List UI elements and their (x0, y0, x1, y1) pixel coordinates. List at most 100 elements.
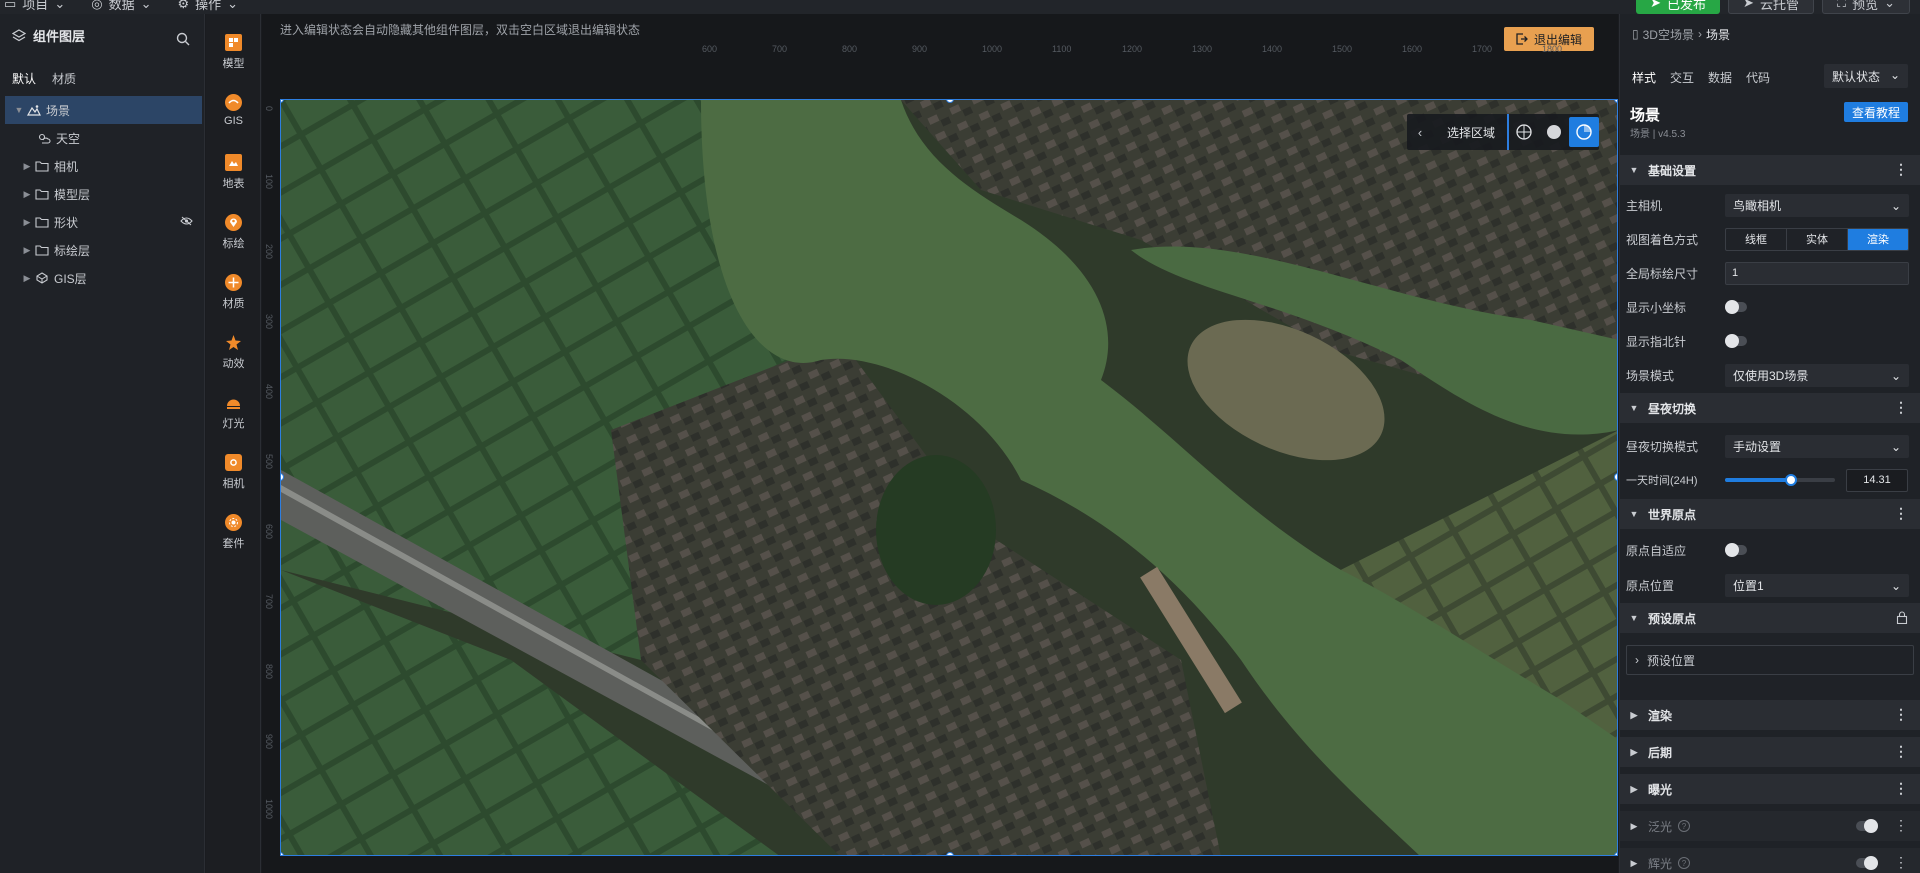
tool-effect[interactable]: 动效 (206, 334, 261, 371)
resize-handle[interactable] (1614, 852, 1617, 855)
day-time-slider[interactable] (1725, 474, 1835, 486)
scene-viewport[interactable]: ‹ 选择区域 (280, 99, 1618, 856)
tool-model[interactable]: 模型 (206, 34, 261, 71)
caret-right-icon[interactable]: ▶ (20, 273, 34, 284)
tool-material[interactable]: 材质 (206, 274, 261, 311)
solid-mode-icon[interactable] (1539, 117, 1569, 147)
tool-gis[interactable]: GIS (206, 94, 261, 127)
help-icon[interactable]: ? (1678, 820, 1691, 832)
more-vertical-icon[interactable]: ⋮ (1894, 744, 1908, 758)
menu-project[interactable]: ▭ 项目 ⌄ (4, 0, 65, 13)
caret-right-icon[interactable]: ▶ (20, 189, 34, 200)
menu-data[interactable]: ◎ 数据 ⌄ (91, 0, 151, 13)
section-glow[interactable]: ▶ 辉光 ? ⋮ (1620, 848, 1920, 873)
more-vertical-icon[interactable]: ⋮ (1894, 818, 1908, 832)
more-vertical-icon[interactable]: ⋮ (1894, 855, 1908, 869)
origin-position-select[interactable]: 位置1 ⌄ (1725, 573, 1909, 597)
section-post[interactable]: ▶ 后期 ⋮ (1620, 737, 1920, 767)
tab-style[interactable]: 样式 (1632, 69, 1656, 86)
scene-mode-select[interactable]: 仅使用3D场景 ⌄ (1725, 363, 1909, 387)
tool-kit[interactable]: 套件 (206, 514, 261, 551)
chevron-left-icon[interactable]: ‹ (1407, 125, 1433, 140)
weather-icon (36, 131, 52, 145)
resize-handle[interactable] (946, 852, 954, 855)
section-day-night[interactable]: ▼ 昼夜切换 ⋮ (1620, 393, 1920, 423)
lock-icon[interactable] (1896, 611, 1908, 624)
render-mode-icon[interactable] (1569, 117, 1599, 147)
glow-toggle[interactable] (1856, 856, 1878, 870)
view-tutorial-button[interactable]: 查看教程 (1843, 102, 1908, 122)
wireframe-mode-icon[interactable] (1509, 117, 1539, 147)
section-world-origin[interactable]: ▼ 世界原点 ⋮ (1620, 499, 1920, 529)
tree-item-shape[interactable]: ▶ 形状 (0, 208, 205, 236)
select-value: 鸟瞰相机 (1733, 198, 1782, 213)
tree-item-model-layer[interactable]: ▶ 模型层 (0, 180, 205, 208)
shading-solid-option[interactable]: 实体 (1787, 228, 1848, 250)
resize-handle[interactable] (1614, 473, 1617, 481)
layers-icon (12, 28, 26, 41)
state-select[interactable]: 默认状态 ⌄ (1824, 64, 1908, 88)
caret-right-icon[interactable]: ▶ (20, 217, 34, 228)
section-render[interactable]: ▶ 渲染 ⋮ (1620, 700, 1920, 730)
tab-default[interactable]: 默认 (12, 70, 36, 93)
kit-icon (225, 514, 242, 531)
preview-label: 预览 (1852, 0, 1879, 12)
chevron-right-icon: › (1635, 653, 1639, 667)
show-axis-toggle[interactable] (1725, 300, 1747, 314)
tab-interaction[interactable]: 交互 (1670, 69, 1694, 86)
tree-item-plot-layer[interactable]: ▶ 标绘层 (0, 236, 205, 264)
cloud-host-button[interactable]: ➤ 云托管 (1728, 0, 1814, 14)
component-toolbar: 模型 GIS 地表 标绘 材质 动效 灯光 相机 套件 (206, 14, 261, 873)
more-vertical-icon[interactable]: ⋮ (1894, 781, 1908, 795)
origin-auto-toggle[interactable] (1725, 543, 1747, 557)
more-vertical-icon[interactable]: ⋮ (1894, 400, 1908, 414)
menu-operation[interactable]: ⚙ 操作 ⌄ (177, 0, 238, 13)
help-icon[interactable]: ? (1678, 857, 1691, 869)
tool-camera[interactable]: 相机 (206, 454, 261, 491)
day-time-input[interactable]: 14.31 (1846, 468, 1908, 492)
ruler-label: 200 (264, 244, 274, 260)
tool-light[interactable]: 灯光 (206, 394, 261, 431)
section-title: 昼夜切换 (1648, 401, 1697, 416)
canvas-area[interactable]: 进入编辑状态会自动隐藏其他组件图层，双击空白区域退出编辑状态 退出编辑 600 … (262, 14, 1618, 873)
preview-button[interactable]: ⛶ 预览 ⌄ (1821, 0, 1910, 14)
main-camera-select[interactable]: 鸟瞰相机 ⌄ (1725, 193, 1909, 217)
tab-material[interactable]: 材质 (52, 70, 76, 93)
tab-code[interactable]: 代码 (1746, 69, 1770, 86)
more-vertical-icon[interactable]: ⋮ (1894, 707, 1908, 721)
menu-label: 操作 (195, 0, 222, 12)
ruler-label: 1700 (1472, 44, 1493, 54)
tree-item-camera[interactable]: ▶ 相机 (0, 152, 205, 180)
global-marker-size-input[interactable]: 1 (1725, 261, 1909, 285)
preset-position-row[interactable]: › 预设位置 (1626, 645, 1914, 675)
chevron-down-icon: ⌄ (140, 0, 152, 11)
caret-down-icon[interactable]: ▼ (12, 105, 26, 115)
caret-right-icon[interactable]: ▶ (20, 245, 34, 256)
tree-item-sky[interactable]: 天空 (0, 124, 205, 152)
more-vertical-icon[interactable]: ⋮ (1894, 162, 1908, 176)
tree-item-label: 形状 (54, 215, 79, 230)
section-preset-origin[interactable]: ▼ 预设原点 (1620, 603, 1920, 633)
tab-data[interactable]: 数据 (1708, 69, 1732, 86)
daynight-mode-select[interactable]: 手动设置 ⌄ (1725, 434, 1909, 458)
caret-right-icon[interactable]: ▶ (20, 161, 34, 172)
tool-terrain[interactable]: 地表 (206, 154, 261, 191)
tree-item-gis-layer[interactable]: ▶ GIS层 (0, 264, 205, 292)
cloud-label: 云托管 (1759, 0, 1799, 12)
breadcrumb: ▯ 3D空场景 › 场景 (1620, 8, 1730, 60)
breadcrumb-parent[interactable]: 3D空场景 (1643, 26, 1694, 43)
slider-knob[interactable] (1784, 474, 1797, 486)
more-vertical-icon[interactable]: ⋮ (1894, 506, 1908, 520)
section-exposure[interactable]: ▶ 曝光 ⋮ (1620, 774, 1920, 804)
section-bloom[interactable]: ▶ 泛光 ? ⋮ (1620, 811, 1920, 841)
eye-off-icon[interactable] (180, 216, 193, 226)
shading-wireframe-option[interactable]: 线框 (1726, 228, 1787, 250)
search-icon[interactable] (176, 32, 190, 46)
show-compass-toggle[interactable] (1725, 334, 1747, 348)
tree-item-scene[interactable]: ▼ 场景 (5, 96, 202, 124)
section-basic-settings[interactable]: ▼ 基础设置 ⋮ (1620, 155, 1920, 185)
shading-render-option[interactable]: 渲染 (1848, 228, 1908, 250)
tool-marker[interactable]: 标绘 (206, 214, 261, 251)
bloom-toggle[interactable] (1856, 819, 1878, 833)
select-area-button[interactable]: 选择区域 (1433, 124, 1507, 141)
